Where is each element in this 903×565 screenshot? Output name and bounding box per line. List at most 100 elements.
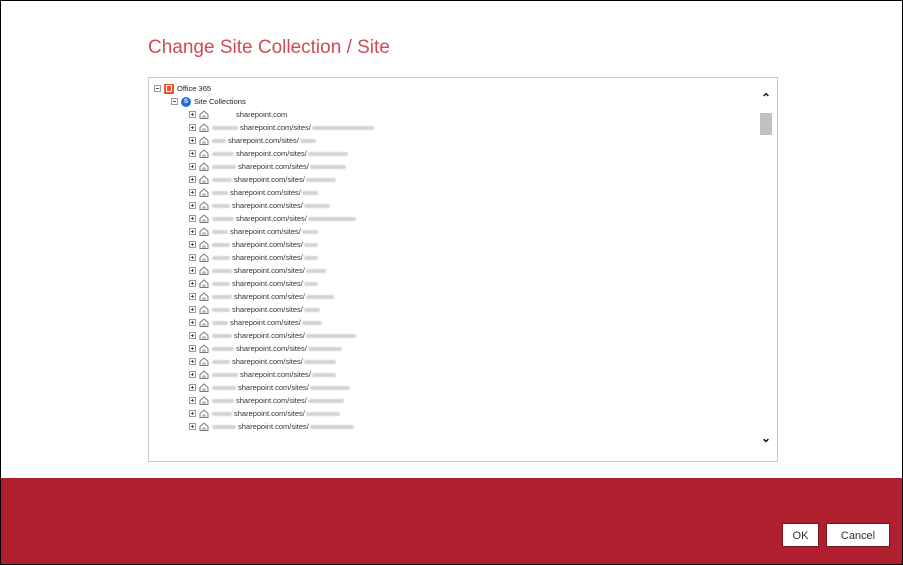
tree-node-site[interactable]: sharepoint.com/sites/ [189, 277, 318, 290]
cancel-button[interactable]: Cancel [826, 523, 890, 547]
tree-node-site[interactable]: sharepoint.com/sites/ [189, 121, 374, 134]
redacted-text [311, 372, 336, 377]
expand-icon[interactable] [189, 397, 196, 404]
tree-node-site[interactable]: sharepoint.com/sites/ [189, 329, 356, 342]
expand-icon[interactable] [189, 306, 196, 313]
redacted-text [212, 424, 236, 429]
tree-node-site[interactable]: sharepoint.com/sites/ [189, 342, 342, 355]
redacted-text [303, 203, 330, 208]
site-url-label: sharepoint.com/sites/ [232, 240, 303, 249]
redacted-text [212, 268, 232, 273]
expand-icon[interactable] [189, 345, 196, 352]
tree-node-site[interactable]: sharepoint.com/sites/ [189, 173, 336, 186]
tree-node-site[interactable]: sharepoint.com/sites/ [189, 407, 340, 420]
site-tree-panel[interactable]: Office 365 S Site Collections sharepoint… [148, 77, 778, 462]
redacted-text [305, 177, 336, 182]
site-url-label: sharepoint.com/sites/ [230, 188, 301, 197]
redacted-text [305, 268, 326, 273]
site-home-icon [199, 422, 209, 431]
redacted-text [212, 320, 228, 325]
collapse-icon[interactable] [171, 98, 178, 105]
expand-icon[interactable] [189, 202, 196, 209]
scroll-thumb[interactable] [760, 113, 772, 135]
tree-node-site[interactable]: sharepoint.com/sites/ [189, 225, 318, 238]
expand-icon[interactable] [189, 111, 196, 118]
redacted-text [212, 255, 230, 260]
expand-icon[interactable] [189, 241, 196, 248]
redacted-text [212, 242, 230, 247]
redacted-text [301, 190, 318, 195]
tree-node-site[interactable]: sharepoint.com/sites/ [189, 355, 336, 368]
tree-node-site[interactable]: sharepoint.com/sites/ [189, 381, 350, 394]
tree-node-site[interactable]: sharepoint.com/sites/ [189, 290, 334, 303]
redacted-text [303, 242, 318, 247]
tree-node-site[interactable]: sharepoint.com/sites/ [189, 199, 330, 212]
site-url-label: sharepoint.com/sites/ [236, 344, 307, 353]
tree-node-site[interactable]: sharepoint.com/sites/ [189, 420, 354, 433]
expand-icon[interactable] [189, 150, 196, 157]
collapse-icon[interactable] [154, 85, 161, 92]
redacted-text [212, 203, 230, 208]
site-url-label: sharepoint.com/sites/ [234, 331, 305, 340]
expand-icon[interactable] [189, 176, 196, 183]
site-home-icon [199, 175, 209, 184]
chevron-up-icon[interactable]: ⌃ [759, 92, 773, 104]
expand-icon[interactable] [189, 319, 196, 326]
site-url-label: sharepoint.com/sites/ [238, 422, 309, 431]
change-site-dialog: Change Site Collection / Site Office 365… [0, 0, 903, 565]
site-home-icon [199, 331, 209, 340]
tree-node-site[interactable]: sharepoint.com/sites/ [189, 394, 344, 407]
expand-icon[interactable] [189, 384, 196, 391]
tree-node-site[interactable]: sharepoint.com/sites/ [189, 160, 346, 173]
expand-icon[interactable] [189, 423, 196, 430]
tree-node-site[interactable]: sharepoint.com/sites/ [189, 134, 316, 147]
expand-icon[interactable] [189, 293, 196, 300]
redacted-text [212, 385, 236, 390]
expand-icon[interactable] [189, 410, 196, 417]
redacted-text [305, 294, 334, 299]
expand-icon[interactable] [189, 332, 196, 339]
site-home-icon [199, 305, 209, 314]
tree-node-site[interactable]: sharepoint.com/sites/ [189, 303, 320, 316]
site-home-icon [199, 188, 209, 197]
site-url-label: sharepoint.com/sites/ [230, 227, 301, 236]
tree-node-site[interactable]: sharepoint.com/sites/ [189, 316, 322, 329]
tree-node-office365[interactable]: Office 365 [154, 82, 211, 95]
expand-icon[interactable] [189, 280, 196, 287]
tree-node-site[interactable]: sharepoint.com/sites/ [189, 368, 336, 381]
expand-icon[interactable] [189, 358, 196, 365]
chevron-down-icon[interactable]: ⌄ [759, 432, 773, 444]
tree-node-site[interactable]: sharepoint.com/sites/ [189, 147, 348, 160]
expand-icon[interactable] [189, 137, 196, 144]
vertical-scrollbar[interactable]: ⌃ ⌄ [755, 78, 777, 461]
tree-node-site[interactable]: sharepoint.com [189, 108, 287, 121]
redacted-text [212, 333, 232, 338]
tree-node-site[interactable]: sharepoint.com/sites/ [189, 238, 318, 251]
expand-icon[interactable] [189, 124, 196, 131]
tree-node-site[interactable]: sharepoint.com/sites/ [189, 251, 318, 264]
redacted-text [212, 229, 228, 234]
tree-node-site-collections[interactable]: S Site Collections [171, 95, 246, 108]
redacted-text [305, 333, 356, 338]
redacted-text [212, 125, 238, 130]
expand-icon[interactable] [189, 215, 196, 222]
redacted-text [212, 398, 234, 403]
site-url-label: sharepoint.com/sites/ [236, 149, 307, 158]
ok-button[interactable]: OK [782, 523, 819, 547]
redacted-text [212, 138, 226, 143]
expand-icon[interactable] [189, 371, 196, 378]
site-url-label: sharepoint.com/sites/ [234, 409, 305, 418]
site-home-icon [199, 279, 209, 288]
expand-icon[interactable] [189, 228, 196, 235]
expand-icon[interactable] [189, 254, 196, 261]
site-home-icon [199, 240, 209, 249]
expand-icon[interactable] [189, 163, 196, 170]
expand-icon[interactable] [189, 267, 196, 274]
expand-icon[interactable] [189, 189, 196, 196]
site-home-icon [199, 357, 209, 366]
tree-node-site[interactable]: sharepoint.com/sites/ [189, 186, 318, 199]
tree-node-site[interactable]: sharepoint.com/sites/ [189, 212, 356, 225]
tree-node-site[interactable]: sharepoint.com/sites/ [189, 264, 326, 277]
redacted-text [212, 164, 236, 169]
office365-icon [164, 83, 174, 94]
